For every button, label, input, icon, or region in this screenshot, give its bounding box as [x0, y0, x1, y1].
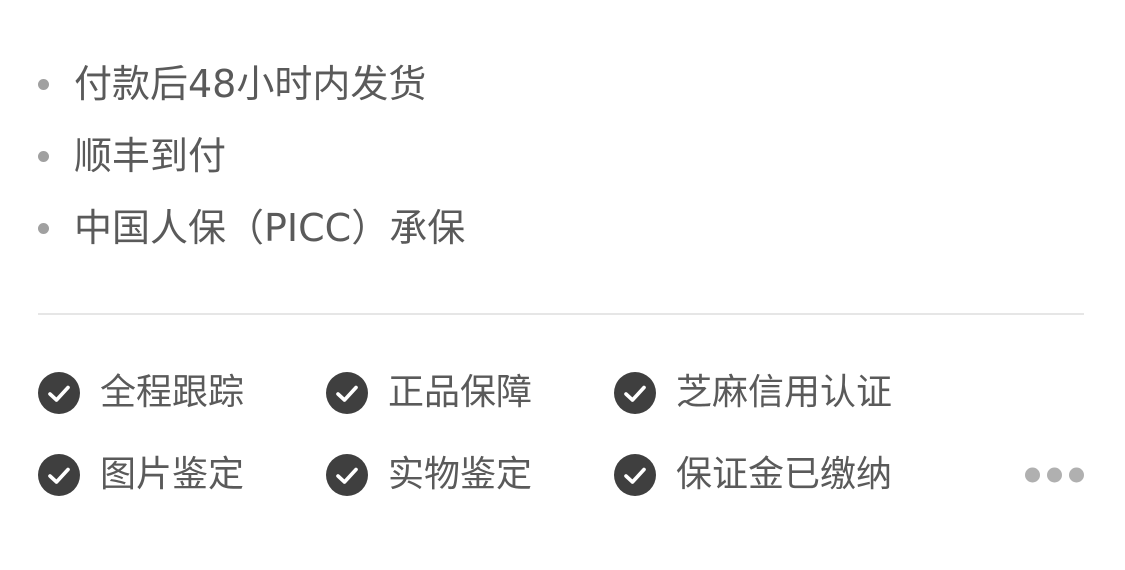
more-dot: [1069, 467, 1084, 483]
guarantee-badge-deposit: 保证金已缴纳: [614, 454, 902, 496]
more-dots-icon[interactable]: [1025, 462, 1084, 489]
check-circle-icon: [326, 372, 368, 414]
list-item: 付款后48小时内发货: [38, 48, 465, 120]
shipping-time-text: 付款后48小时内发货: [74, 62, 427, 106]
insurance-text: 中国人保（PICC）承保: [74, 206, 466, 250]
check-circle-icon: [38, 372, 80, 414]
guarantee-badge-physical-appraisal: 实物鉴定: [326, 454, 614, 496]
guarantee-label: 图片鉴定: [100, 454, 245, 495]
guarantee-badges: 全程跟踪 正品保障 芝麻信用认证 图片鉴定 实物鉴定 保证金已缴纳: [38, 352, 1088, 516]
guarantee-badge-tracking: 全程跟踪: [38, 372, 326, 414]
shipping-info-list: 付款后48小时内发货 顺丰到付 中国人保（PICC）承保: [38, 48, 465, 264]
guarantee-label: 保证金已缴纳: [676, 454, 893, 495]
bullet-dot-icon: [38, 222, 49, 234]
guarantee-badge-credit: 芝麻信用认证: [614, 372, 902, 414]
check-circle-icon: [38, 454, 80, 496]
bullet-dot-icon: [38, 150, 49, 162]
guarantee-row: 全程跟踪 正品保障 芝麻信用认证: [38, 352, 1088, 434]
list-item: 顺丰到付: [38, 120, 465, 192]
guarantee-label: 正品保障: [388, 372, 533, 413]
more-dot: [1025, 467, 1040, 483]
guarantee-label: 全程跟踪: [100, 372, 245, 413]
check-circle-icon: [614, 454, 656, 496]
check-circle-icon: [614, 372, 656, 414]
guarantee-row: 图片鉴定 实物鉴定 保证金已缴纳: [38, 434, 1088, 516]
section-divider: [38, 313, 1084, 315]
bullet-dot-icon: [38, 78, 49, 90]
more-dot: [1047, 467, 1062, 483]
guarantee-label: 实物鉴定: [388, 454, 533, 495]
list-item: 中国人保（PICC）承保: [38, 192, 465, 264]
guarantee-badge-authentic: 正品保障: [326, 372, 614, 414]
check-circle-icon: [326, 454, 368, 496]
guarantee-label: 芝麻信用认证: [676, 372, 893, 413]
guarantee-badge-photo-appraisal: 图片鉴定: [38, 454, 326, 496]
shipping-method-text: 顺丰到付: [74, 134, 227, 178]
